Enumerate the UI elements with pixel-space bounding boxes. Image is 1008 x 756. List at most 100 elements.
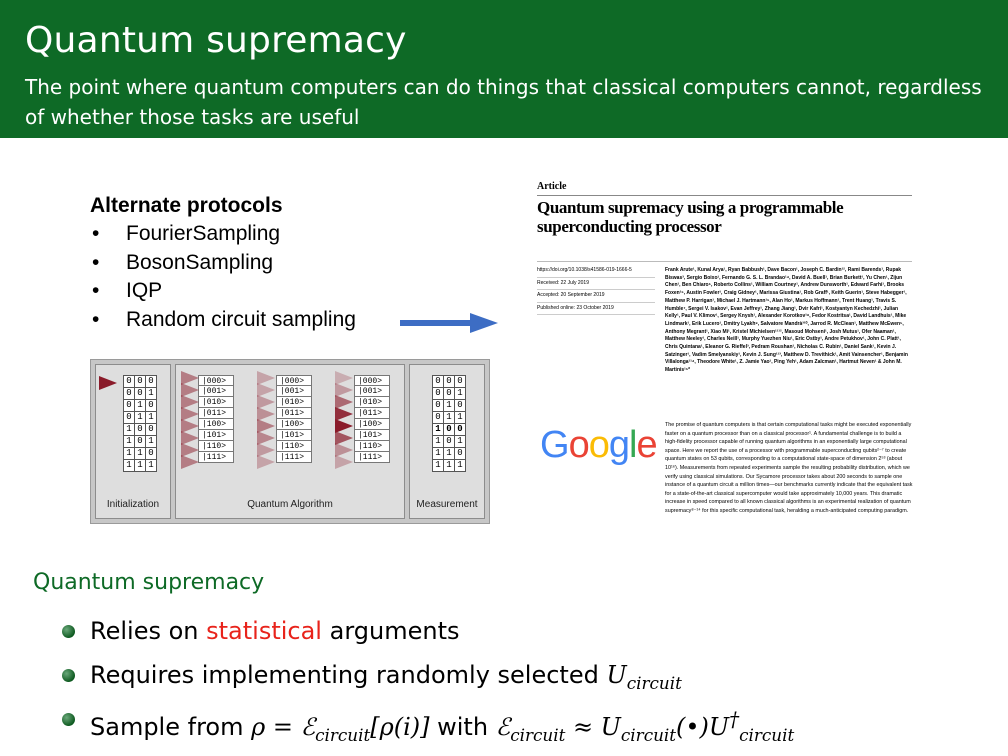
bit-row: 100 [123, 423, 157, 436]
logo-letter: o [568, 424, 590, 466]
ket-state: |001> [276, 386, 312, 397]
bit-cell: 0 [432, 387, 444, 400]
bit-cell: 0 [134, 423, 146, 436]
measurement-label: Measurement [416, 499, 478, 510]
divider [537, 261, 912, 262]
slide-subtitle: The point where quantum computers can do… [25, 75, 982, 129]
bit-cell: 0 [454, 447, 466, 460]
bullet-statistical: Relies on statistical arguments [60, 612, 794, 656]
bit-row: 111 [123, 459, 157, 472]
circuit-figure: 000001010011100101110111 Initialization … [90, 359, 490, 524]
alternate-protocols-title: Alternate protocols [90, 194, 283, 217]
slide-title: Quantum supremacy [25, 20, 407, 61]
bit-cell: 1 [145, 387, 157, 400]
bit-cell: 1 [134, 459, 146, 472]
quantum-algorithm-panel: |000> |001> |010> |011> |100> |101> |110> |111>… [175, 364, 405, 519]
initialization-label: Initialization [106, 499, 160, 510]
paper-received: Received: 22 July 2019 [537, 280, 655, 290]
ket-state: |010> [354, 397, 390, 408]
amplitude-triangle-icon [335, 455, 353, 469]
bit-cell: 1 [123, 423, 135, 436]
divider [537, 195, 912, 196]
bit-row: 000 [432, 375, 466, 388]
bit-cell: 1 [134, 399, 146, 412]
ket-state: |010> [276, 397, 312, 408]
ket-state: |100> [354, 419, 390, 430]
bullet-text: arguments [321, 617, 460, 645]
bit-cell: 1 [454, 435, 466, 448]
bit-cell: 1 [443, 411, 455, 424]
input-triangle-icon [99, 376, 117, 390]
bullet-icon [62, 669, 75, 682]
paper-title: Quantum supremacy using a programmable s… [537, 198, 844, 236]
ket-state: |011> [276, 408, 312, 419]
ket-column: |000> |001> |010> |011> |100> |101> |110> |111> [198, 375, 234, 463]
ket-state: |101> [354, 430, 390, 441]
bit-row: 001 [432, 387, 466, 400]
bit-cell: 1 [443, 459, 455, 472]
bit-cell: 1 [432, 435, 444, 448]
paper-meta: https://doi.org/10.1038/s41586-019-1666-… [537, 267, 655, 317]
ket-state: |010> [198, 397, 234, 408]
bit-cell: 0 [123, 375, 135, 388]
initial-bit-table: 000001010011100101110111 [123, 375, 157, 472]
ket-state: |000> [276, 375, 312, 386]
bit-cell: 0 [134, 435, 146, 448]
paper-abstract: The promise of quantum computers is that… [665, 422, 913, 514]
ket-state: |000> [198, 375, 234, 386]
ket-state: |111> [198, 452, 234, 463]
slide-header: Quantum supremacy The point where quantu… [0, 0, 1008, 138]
ket-state: |000> [354, 375, 390, 386]
ket-state: |111> [354, 452, 390, 463]
bit-row: 110 [123, 447, 157, 460]
bit-cell: 0 [443, 387, 455, 400]
bullet-icon [62, 713, 75, 726]
bit-row: 110 [432, 447, 466, 460]
bit-cell: 0 [145, 423, 157, 436]
bit-cell: 1 [454, 387, 466, 400]
bit-cell: 1 [454, 459, 466, 472]
ket-column: |000> |001> |010> |011> |100> |101> |110> |111> [354, 375, 390, 463]
bit-cell: 0 [145, 375, 157, 388]
ket-state: |110> [276, 441, 312, 452]
bit-cell: 0 [432, 411, 444, 424]
logo-letter: g [608, 424, 630, 466]
bit-row: 000 [123, 375, 157, 388]
google-logo: Google [540, 424, 658, 467]
bit-cell: 0 [443, 423, 455, 436]
bit-cell: 0 [123, 399, 135, 412]
bit-cell: 1 [432, 423, 444, 436]
ket-state: |111> [276, 452, 312, 463]
arrow-right-icon [400, 313, 498, 333]
math-rho-definition: ρ = ℰcircuit[ρ(i)] [251, 713, 430, 745]
bullet-random-circuit: Requires implementing randomly selected … [60, 656, 794, 700]
bit-row: 101 [432, 435, 466, 448]
bit-cell: 0 [123, 411, 135, 424]
highlight-statistical: statistical [206, 617, 322, 645]
bit-cell: 0 [432, 399, 444, 412]
bit-row: 011 [123, 411, 157, 424]
bit-cell: 0 [454, 375, 466, 388]
ket-state: |011> [354, 408, 390, 419]
bit-row: 011 [432, 411, 466, 424]
bit-cell: 0 [432, 375, 444, 388]
protocol-item: IQP [90, 277, 356, 306]
bullet-text: Requires implementing randomly selected [90, 661, 607, 689]
ket-state: |110> [198, 441, 234, 452]
bit-cell: 1 [123, 459, 135, 472]
bit-cell: 0 [454, 399, 466, 412]
bit-cell: 0 [443, 375, 455, 388]
bit-cell: 1 [454, 411, 466, 424]
bit-cell: 0 [145, 399, 157, 412]
logo-letter: G [540, 424, 570, 466]
ket-state: |001> [198, 386, 234, 397]
bullet-text: Sample from [90, 713, 252, 741]
ket-state: |100> [198, 419, 234, 430]
bit-cell: 1 [123, 435, 135, 448]
logo-letter: o [588, 424, 610, 466]
supremacy-bullets: Relies on statistical arguments Requires… [60, 612, 794, 745]
ket-state: |001> [354, 386, 390, 397]
quantum-algorithm-label: Quantum Algorithm [247, 499, 333, 510]
ket-state: |011> [198, 408, 234, 419]
bit-cell: 0 [134, 375, 146, 388]
